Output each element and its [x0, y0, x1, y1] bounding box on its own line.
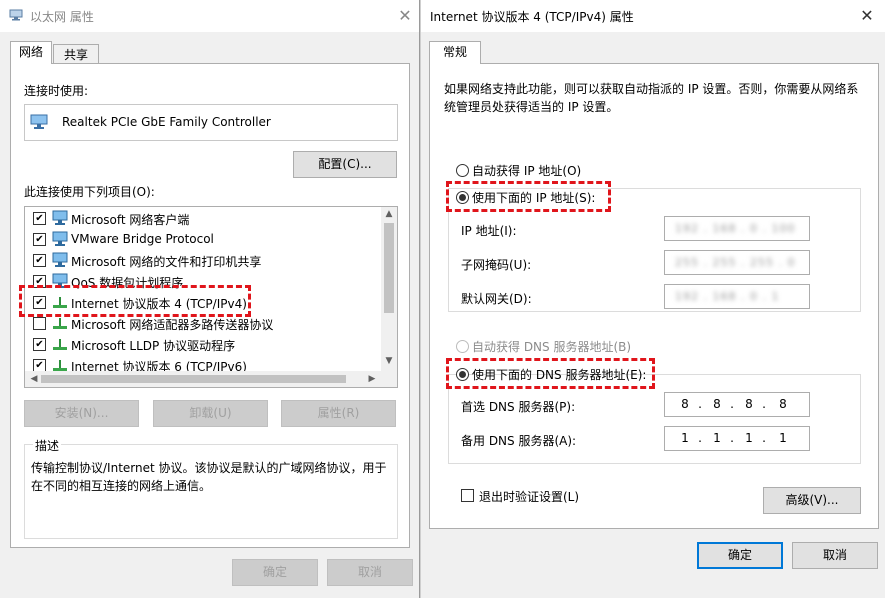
title-bar[interactable]: 以太网 属性 ✕ [0, 0, 419, 32]
preferred-dns-field[interactable]: 8 . 8 . 8 . 8 [664, 392, 810, 417]
ip-dot: . [762, 397, 766, 411]
ip-octet: 8 [713, 397, 721, 411]
scroll-down-icon[interactable]: ▼ [382, 356, 396, 366]
ok-button[interactable]: 确定 [697, 542, 783, 569]
properties-button[interactable]: 属性(R) [281, 400, 396, 427]
configure-button[interactable]: 配置(C)... [293, 151, 397, 178]
ip-address-label: IP 地址(I): [461, 224, 517, 238]
description-group: 描述 传输控制协议/Internet 协议。该协议是默认的广域网络协议，用于在不… [24, 437, 398, 539]
item-checkbox[interactable]: ✔ [33, 254, 46, 267]
manual-ip-highlight-box [446, 181, 611, 212]
list-item[interactable]: ✔ VMware Bridge Protocol [31, 229, 379, 250]
subnet-mask-field[interactable]: 255 . 255 . 255 . 0 [664, 250, 810, 275]
network-adapter-icon [30, 114, 48, 130]
protocol-icon [51, 336, 69, 353]
item-label: Microsoft LLDP 协议驱动程序 [71, 339, 236, 353]
item-checkbox[interactable]: ✔ [33, 233, 46, 246]
item-checkbox[interactable]: ✔ [33, 317, 46, 330]
ip-address-value: 192 . 168 . 0 . 100 [675, 222, 796, 235]
auto-dns-label[interactable]: 自动获得 DNS 服务器地址(B) [472, 338, 631, 355]
close-icon[interactable]: ✕ [857, 6, 877, 26]
ip-dot: . [762, 431, 766, 445]
item-label: VMware Bridge Protocol [71, 232, 214, 246]
cancel-button[interactable]: 取消 [327, 559, 413, 586]
description-text: 传输控制协议/Internet 协议。该协议是默认的广域网络协议，用于在不同的相… [31, 461, 387, 493]
ipv4-highlight-box [19, 285, 251, 317]
ip-octet: 1 [779, 431, 787, 445]
preferred-dns-label: 首选 DNS 服务器(P): [461, 400, 576, 414]
ipv4-properties-window: Internet 协议版本 4 (TCP/IPv4) 属性 ✕ 常规 如果网络支… [420, 0, 885, 598]
ip-octet: 8 [745, 397, 753, 411]
ip-octet: 1 [745, 431, 753, 445]
alternate-dns-field[interactable]: 1 . 1 . 1 . 1 [664, 426, 810, 451]
gateway-field[interactable]: 192 . 168 . 0 . 1 [664, 284, 810, 309]
scrollbar-thumb[interactable] [384, 223, 394, 313]
general-tab-panel: 如果网络支持此功能，则可以获取自动指派的 IP 设置。否则，你需要从网络系统管理… [429, 63, 879, 529]
subnet-mask-label: 子网掩码(U): [461, 258, 532, 272]
ip-dot: . [730, 431, 734, 445]
tab-sharing[interactable]: 共享 [53, 44, 99, 64]
scrollbar-thumb[interactable] [41, 375, 346, 383]
item-label: Microsoft 网络的文件和打印机共享 [71, 255, 262, 269]
items-list-label: 此连接使用下列项目(O): [24, 185, 155, 199]
item-label: Microsoft 网络适配器多路传送器协议 [71, 318, 274, 332]
network-adapter-icon [9, 9, 23, 21]
auto-ip-radio[interactable] [456, 164, 469, 177]
cancel-button[interactable]: 取消 [792, 542, 878, 569]
list-item[interactable]: ✔ Microsoft 网络客户端 [31, 208, 379, 229]
item-checkbox[interactable]: ✔ [33, 338, 46, 351]
ip-dot: . [698, 431, 702, 445]
description-title: 描述 [33, 437, 62, 454]
gateway-label: 默认网关(D): [461, 292, 532, 306]
validate-checkbox[interactable]: ✔ [461, 489, 474, 502]
subnet-mask-value: 255 . 255 . 255 . 0 [675, 256, 796, 269]
manual-dns-highlight-box [446, 358, 655, 389]
window-title: Internet 协议版本 4 (TCP/IPv4) 属性 [430, 10, 634, 24]
item-checkbox[interactable]: ✔ [33, 212, 46, 225]
window-title: 以太网 属性 [30, 10, 94, 24]
network-client-icon [51, 252, 69, 269]
network-client-icon [51, 210, 69, 227]
horizontal-scrollbar[interactable]: ◀ ▶ [25, 371, 397, 387]
ok-button[interactable]: 确定 [232, 559, 318, 586]
list-item[interactable]: ✔ Microsoft 网络的文件和打印机共享 [31, 250, 379, 271]
install-button[interactable]: 安装(N)... [24, 400, 139, 427]
gateway-value: 192 . 168 . 0 . 1 [675, 290, 780, 303]
scroll-right-icon[interactable]: ▶ [365, 374, 379, 384]
advanced-button[interactable]: 高级(V)... [763, 487, 861, 514]
connect-using-label: 连接时使用: [24, 84, 89, 98]
ip-dot: . [698, 397, 702, 411]
intro-text: 如果网络支持此功能，则可以获取自动指派的 IP 设置。否则，你需要从网络系统管理… [444, 82, 859, 114]
ip-octet: 8 [681, 397, 689, 411]
ip-octet: 1 [713, 431, 721, 445]
uninstall-button[interactable]: 卸载(U) [153, 400, 268, 427]
adapter-box: Realtek PCIe GbE Family Controller [24, 104, 398, 141]
network-client-icon [51, 231, 69, 248]
ip-dot: . [730, 397, 734, 411]
close-icon[interactable]: ✕ [395, 6, 415, 26]
auto-ip-label[interactable]: 自动获得 IP 地址(O) [472, 162, 581, 179]
tab-general[interactable]: 常规 [429, 41, 481, 64]
ip-octet: 1 [681, 431, 689, 445]
adapter-name: Realtek PCIe GbE Family Controller [62, 115, 271, 129]
scroll-left-icon[interactable]: ◀ [27, 374, 41, 384]
vertical-scrollbar[interactable]: ▲ ▼ [381, 207, 397, 371]
list-item[interactable]: ✔ Microsoft LLDP 协议驱动程序 [31, 334, 379, 355]
auto-dns-radio[interactable] [456, 340, 469, 353]
validate-label[interactable]: 退出时验证设置(L) [479, 488, 579, 505]
protocol-icon [51, 315, 69, 332]
scroll-up-icon[interactable]: ▲ [382, 209, 396, 219]
title-bar[interactable]: Internet 协议版本 4 (TCP/IPv4) 属性 ✕ [421, 0, 885, 32]
ip-address-field[interactable]: 192 . 168 . 0 . 100 [664, 216, 810, 241]
ip-octet: 8 [779, 397, 787, 411]
tab-network[interactable]: 网络 [10, 41, 52, 64]
alternate-dns-label: 备用 DNS 服务器(A): [461, 434, 577, 448]
item-label: Microsoft 网络客户端 [71, 213, 190, 227]
